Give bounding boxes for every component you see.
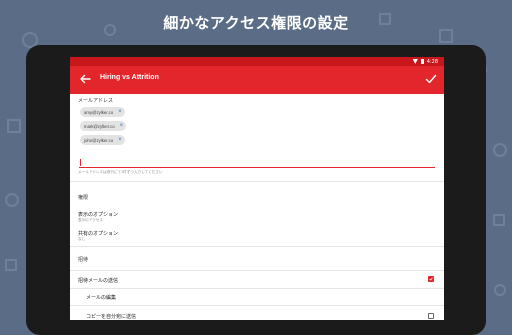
- email-chip[interactable]: john@zylker.co ×: [80, 135, 125, 145]
- invite-section-label: 招待: [78, 257, 89, 263]
- email-chip-text: amy@zylker.co: [84, 109, 114, 115]
- promo-headline: 細かなアクセス権限の設定: [163, 14, 349, 32]
- status-bar: 4:28: [70, 57, 444, 66]
- remove-chip-icon[interactable]: ×: [120, 123, 124, 129]
- divider: [70, 288, 444, 289]
- copy-self-checkbox[interactable]: [428, 313, 434, 319]
- send-invite-label: 招待メールの送信: [78, 278, 119, 284]
- device-screen: 4:28 Hiring vs Attrition メールアドレス amy@zyl…: [70, 57, 444, 320]
- send-invite-checkbox[interactable]: [428, 276, 434, 282]
- permissions-section-label: 権限: [78, 195, 89, 201]
- email-chip[interactable]: amy@zylker.co ×: [80, 107, 125, 117]
- email-chip-text: mark@zylker.co: [84, 123, 115, 129]
- app-bar: Hiring vs Attrition: [70, 66, 444, 94]
- text-cursor: [80, 159, 81, 166]
- status-icons: 4:28: [412, 57, 438, 66]
- edit-mail-link[interactable]: メールの編集: [86, 294, 116, 301]
- back-arrow-icon[interactable]: [78, 72, 92, 86]
- app-bar-title: Hiring vs Attrition: [100, 74, 159, 81]
- view-option-title: 表示のオプション: [78, 212, 119, 218]
- wifi-icon: [412, 59, 418, 64]
- email-chip[interactable]: mark@zylker.co ×: [80, 121, 127, 131]
- battery-icon: [420, 59, 424, 64]
- divider: [70, 305, 444, 306]
- email-chip-text: john@zylker.co: [84, 137, 114, 143]
- confirm-check-icon[interactable]: [424, 72, 438, 86]
- divider: [70, 246, 444, 247]
- check-icon: [429, 277, 433, 281]
- divider: [70, 181, 444, 182]
- remove-chip-icon[interactable]: ×: [118, 137, 122, 143]
- copy-self-label: コピーを自分宛に送信: [86, 314, 137, 320]
- share-option-title: 共有のオプション: [78, 231, 119, 237]
- view-option-value: 表示のアクセス: [78, 218, 103, 222]
- email-section-label: メールアドレス: [78, 98, 114, 104]
- remove-chip-icon[interactable]: ×: [118, 109, 122, 115]
- status-time: 4:28: [426, 58, 438, 65]
- divider: [70, 270, 444, 271]
- email-input-hint: メールアドレスは改行にて1件ずつ入力してください: [78, 170, 163, 174]
- share-option-value: なし: [78, 237, 86, 241]
- email-input[interactable]: [79, 158, 435, 168]
